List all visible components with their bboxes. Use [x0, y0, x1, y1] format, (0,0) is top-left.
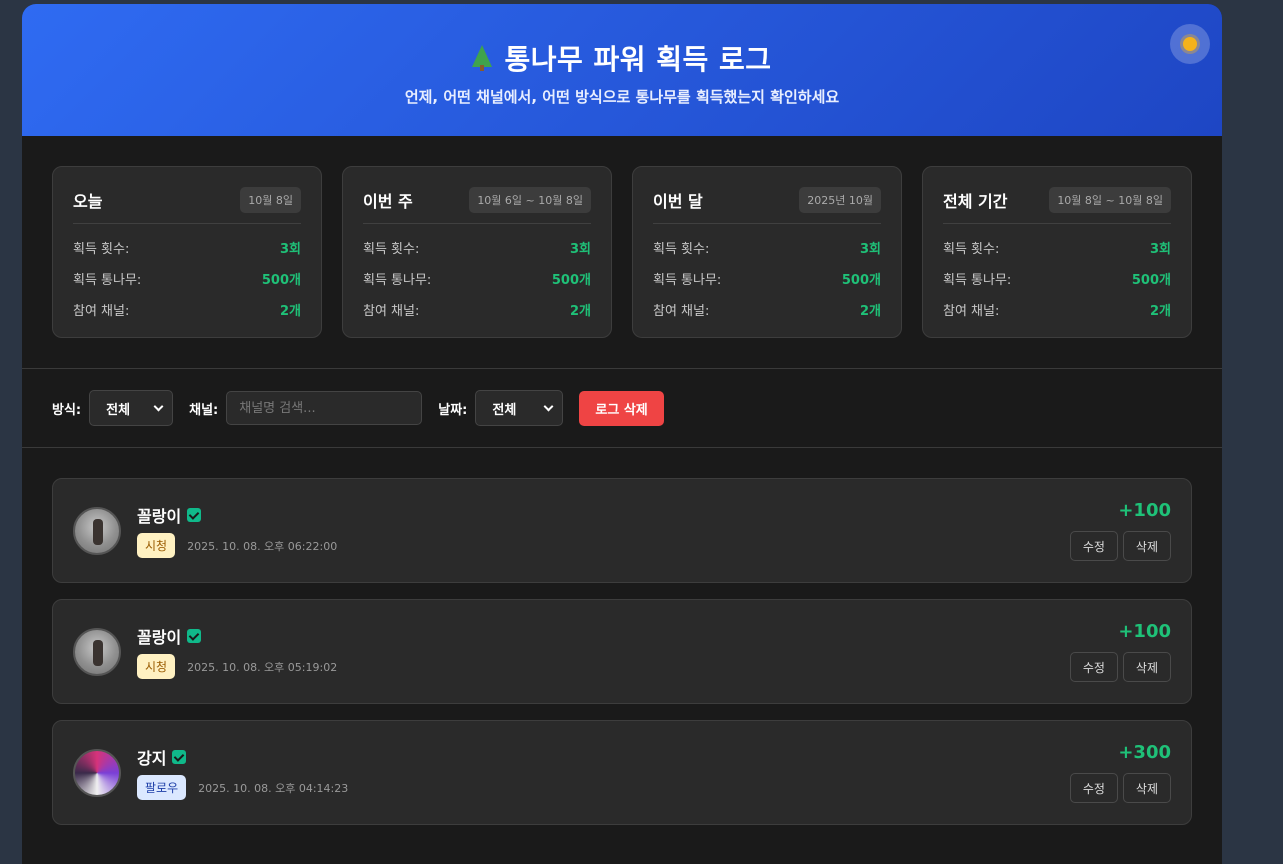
stat-card-month: 이번 달 2025년 10월 획득 횟수: 3회 획득 통나무: 500개 참여 채…: [632, 166, 902, 338]
stat-label: 획득 횟수:: [363, 242, 420, 257]
log-timestamp: 2025. 10. 08. 오후 05:19:02: [187, 660, 338, 674]
log-timestamp: 2025. 10. 08. 오후 06:22:00: [187, 539, 338, 553]
stat-range: 10월 8일 ~ 10월 8일: [1049, 187, 1171, 213]
date-select[interactable]: 전체: [475, 390, 564, 426]
stat-label: 획득 통나무:: [943, 273, 1012, 288]
stat-value: 2개: [1149, 304, 1171, 319]
stat-label: 획득 횟수:: [73, 242, 130, 257]
stat-range: 2025년 10월: [799, 187, 881, 213]
log-item: 강지 팔로우 2025. 10. 08. 오후 04:14:23 +300 수정…: [52, 720, 1192, 825]
delete-button[interactable]: 삭제: [1122, 531, 1171, 561]
page-header: 통나무 파워 획득 로그 언제, 어떤 채널에서, 어떤 방식으로 통나무를 획…: [22, 4, 1222, 136]
avatar: [73, 748, 121, 797]
stat-range: 10월 8일: [240, 187, 301, 213]
stat-value: 2개: [859, 304, 881, 319]
stat-title: 이번 주: [363, 192, 413, 211]
delete-log-button[interactable]: 로그 삭제: [579, 390, 664, 426]
stat-title: 전체 기간: [943, 192, 1008, 211]
stat-value: 3회: [1149, 242, 1171, 257]
stat-label: 획득 통나무:: [73, 273, 142, 288]
delete-button[interactable]: 삭제: [1122, 652, 1171, 682]
stat-value: 3회: [279, 242, 301, 257]
stat-value: 500개: [1131, 273, 1171, 288]
filter-bar: 방식: 전체 채널: 날짜: 전체 로그 삭제: [22, 369, 1222, 448]
tree-icon: [472, 45, 493, 71]
stat-value: 2개: [569, 304, 591, 319]
avatar: [73, 506, 121, 555]
log-timestamp: 2025. 10. 08. 오후 04:14:23: [198, 781, 349, 795]
stat-value: 500개: [841, 273, 881, 288]
method-badge: 팔로우: [137, 775, 187, 800]
stat-value: 500개: [551, 273, 591, 288]
stat-range: 10월 6일 ~ 10월 8일: [469, 187, 591, 213]
stat-value: 3회: [569, 242, 591, 257]
page-title: 통나무 파워 획득 로그: [22, 38, 1222, 78]
channel-filter-label: 채널:: [189, 402, 219, 418]
log-item: 꼴랑이 시청 2025. 10. 08. 오후 05:19:02 +100 수정…: [52, 599, 1192, 704]
channel-search-input[interactable]: [226, 391, 423, 425]
chevron-down-icon: [153, 401, 164, 411]
stat-label: 참여 채널:: [653, 304, 710, 319]
stat-label: 참여 채널:: [363, 304, 420, 319]
stat-label: 획득 통나무:: [363, 273, 432, 288]
stat-card-week: 이번 주 10월 6일 ~ 10월 8일 획득 횟수: 3회 획득 통나무: 500…: [342, 166, 612, 338]
page-subtitle: 언제, 어떤 채널에서, 어떤 방식으로 통나무를 획득했는지 확인하세요: [404, 88, 840, 106]
stats-section: 오늘 10월 8일 획득 횟수: 3회 획득 통나무: 500개 참여 채널: 2개 …: [22, 136, 1222, 369]
channel-name: 강지: [137, 749, 167, 768]
avatar: [73, 627, 121, 676]
app-window: 통나무 파워 획득 로그 언제, 어떤 채널에서, 어떤 방식으로 통나무를 획…: [22, 4, 1222, 864]
theme-toggle-button[interactable]: [1170, 24, 1210, 64]
stat-title: 오늘: [73, 192, 103, 211]
verified-icon: [187, 508, 202, 522]
stat-title: 이번 달: [653, 192, 703, 211]
verified-icon: [187, 629, 202, 643]
log-amount: +100: [1118, 621, 1171, 642]
stat-label: 획득 통나무:: [653, 273, 722, 288]
stat-value: 3회: [859, 242, 881, 257]
stat-label: 획득 횟수:: [653, 242, 710, 257]
chevron-down-icon: [543, 401, 554, 411]
stat-value: 500개: [261, 273, 301, 288]
edit-button[interactable]: 수정: [1069, 773, 1118, 803]
method-select-value: 전체: [106, 402, 131, 418]
channel-name: 꼴랑이: [137, 628, 182, 647]
edit-button[interactable]: 수정: [1069, 652, 1118, 682]
stat-label: 참여 채널:: [943, 304, 1000, 319]
stat-label: 획득 횟수:: [943, 242, 1000, 257]
verified-icon: [172, 750, 187, 764]
log-list: 꼴랑이 시청 2025. 10. 08. 오후 06:22:00 +100 수정…: [22, 448, 1222, 825]
stat-card-today: 오늘 10월 8일 획득 횟수: 3회 획득 통나무: 500개 참여 채널: 2개: [52, 166, 322, 338]
method-badge: 시청: [137, 533, 176, 558]
channel-name: 꼴랑이: [137, 507, 182, 526]
sun-icon: [1183, 37, 1197, 51]
method-badge: 시청: [137, 654, 176, 679]
delete-button[interactable]: 삭제: [1122, 773, 1171, 803]
page-title-text: 통나무 파워 획득 로그: [504, 43, 772, 76]
log-item: 꼴랑이 시청 2025. 10. 08. 오후 06:22:00 +100 수정…: [52, 478, 1192, 583]
stat-label: 참여 채널:: [73, 304, 130, 319]
method-select[interactable]: 전체: [89, 390, 174, 426]
date-filter-label: 날짜:: [438, 402, 468, 418]
date-select-value: 전체: [492, 402, 517, 418]
method-filter-label: 방식:: [52, 402, 82, 418]
stat-card-all-time: 전체 기간 10월 8일 ~ 10월 8일 획득 횟수: 3회 획득 통나무: 50…: [922, 166, 1192, 338]
edit-button[interactable]: 수정: [1069, 531, 1118, 561]
stat-value: 2개: [279, 304, 301, 319]
log-amount: +100: [1118, 500, 1171, 521]
log-amount: +300: [1118, 742, 1171, 763]
